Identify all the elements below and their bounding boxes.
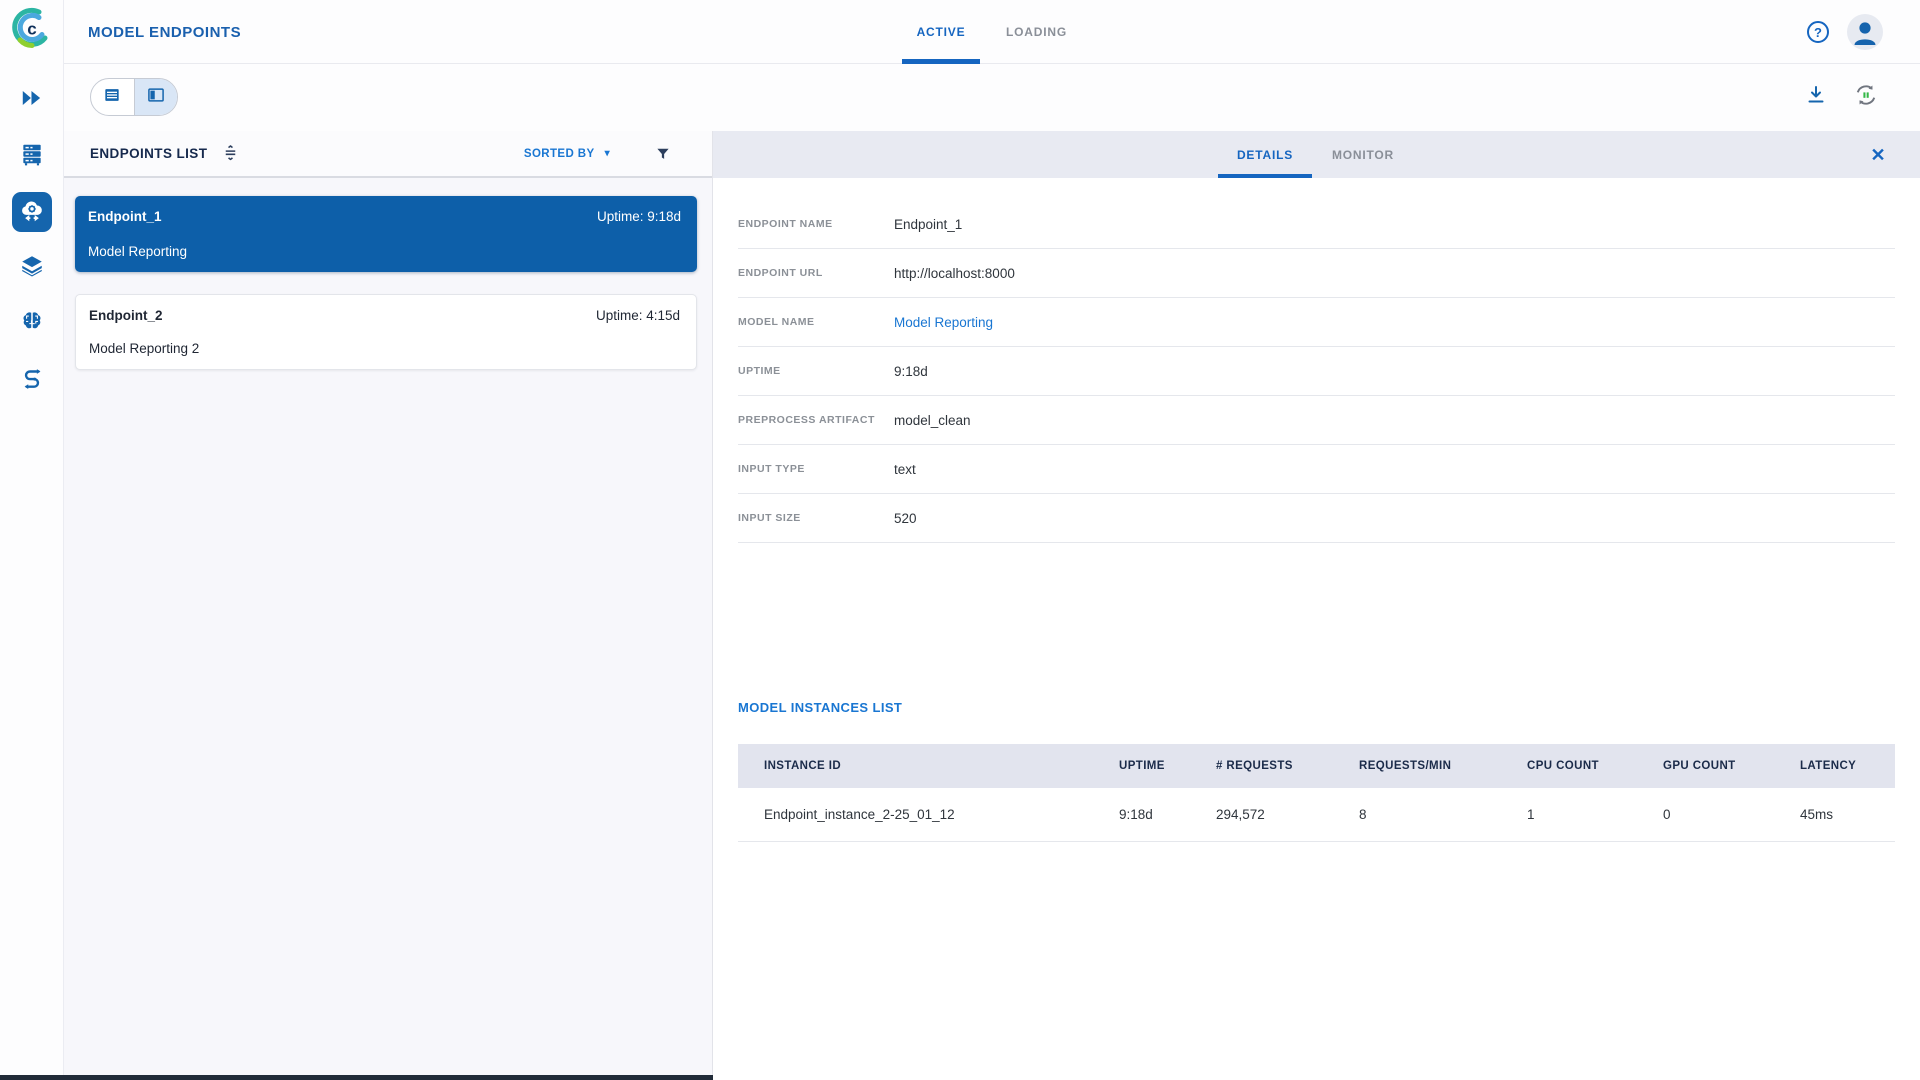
model-name-link[interactable]: Model Reporting (894, 315, 993, 330)
flows-pipeline-icon (19, 365, 45, 396)
details-panel: DETAILS MONITOR ✕ ENDPOINT NAME Endpoint… (713, 131, 1920, 1080)
endpoints-cards: Endpoint_1 Uptime: 9:18d Model Reporting… (75, 196, 697, 392)
download-button[interactable] (1801, 82, 1831, 112)
left-sidebar: c (0, 0, 64, 1080)
chevron-down-icon: ▾ (605, 148, 610, 159)
auto-refresh-button[interactable] (1851, 82, 1881, 112)
endpoint-name: Endpoint_2 (89, 308, 163, 323)
list-view-icon (102, 85, 122, 110)
tab-active[interactable]: ACTIVE (902, 0, 980, 64)
cloud-gear-endpoints-icon (19, 197, 45, 228)
auto-refresh-paused-icon (1853, 82, 1879, 113)
field-model-name: MODEL NAME Model Reporting (738, 298, 1895, 347)
instances-table-header: INSTANCE ID UPTIME # REQUESTS REQUESTS/M… (738, 744, 1895, 788)
model-instances-title[interactable]: MODEL INSTANCES LIST (738, 700, 902, 715)
view-toggle-group (90, 78, 178, 116)
endpoint-name: Endpoint_1 (88, 209, 162, 224)
sorted-by-dropdown[interactable]: SORTED BY ▾ (524, 148, 610, 160)
layers-icon (19, 253, 45, 284)
model-instances-section: MODEL INSTANCES LIST INSTANCE ID UPTIME … (738, 744, 1895, 842)
field-input-size: INPUT SIZE 520 (738, 494, 1895, 543)
sidebar-item-fast-forward[interactable] (12, 80, 52, 120)
funnel-icon[interactable] (654, 145, 672, 163)
help-icon[interactable]: ? (1807, 21, 1829, 43)
server-rack-icon (19, 141, 45, 172)
page-title: MODEL ENDPOINTS (88, 0, 241, 64)
tab-loading[interactable]: LOADING (999, 0, 1074, 64)
tab-details[interactable]: DETAILS (1218, 131, 1312, 178)
endpoint-model: Model Reporting 2 (89, 341, 199, 356)
sidebar-nav (0, 80, 64, 416)
ai-brain-icon (19, 309, 45, 340)
list-view-button[interactable] (91, 79, 134, 115)
endpoint-card-1[interactable]: Endpoint_1 Uptime: 9:18d Model Reporting (75, 196, 697, 272)
endpoints-list-title: ENDPOINTS LIST (90, 146, 207, 161)
download-icon (1804, 83, 1828, 112)
endpoint-details-fields: ENDPOINT NAME Endpoint_1 ENDPOINT URL ht… (738, 178, 1895, 543)
fast-forward-icon (19, 85, 45, 116)
endpoints-list-header: ENDPOINTS LIST SORTED BY ▾ (64, 131, 712, 178)
top-header: MODEL ENDPOINTS ACTIVE LOADING ? (64, 0, 1920, 64)
tab-monitor[interactable]: MONITOR (1323, 131, 1403, 178)
endpoint-model: Model Reporting (88, 244, 187, 259)
instance-table-row[interactable]: Endpoint_instance_2-25_01_12 9:18d 294,5… (738, 788, 1895, 842)
close-icon[interactable]: ✕ (1866, 143, 1890, 167)
endpoint-uptime: Uptime: 9:18d (597, 209, 681, 224)
sort-lines-icon[interactable] (221, 144, 240, 163)
field-preprocess-artifact: PREPROCESS ARTIFACT model_clean (738, 396, 1895, 445)
user-avatar[interactable] (1847, 14, 1883, 50)
bottom-scroll-strip[interactable] (0, 1075, 713, 1080)
svg-text:c: c (27, 20, 36, 39)
toolbar (64, 64, 1920, 131)
endpoints-list-panel: ENDPOINTS LIST SORTED BY ▾ Endpoint_1 Up… (64, 131, 713, 1080)
endpoint-card-2[interactable]: Endpoint_2 Uptime: 4:15d Model Reporting… (75, 294, 697, 370)
sidebar-item-flows[interactable] (12, 360, 52, 400)
sidebar-item-server[interactable] (12, 136, 52, 176)
field-endpoint-url: ENDPOINT URL http://localhost:8000 (738, 249, 1895, 298)
cnvrg-logo-icon: c (11, 7, 53, 49)
endpoint-uptime: Uptime: 4:15d (596, 308, 680, 323)
field-input-type: INPUT TYPE text (738, 445, 1895, 494)
sidebar-item-model-endpoints[interactable] (12, 192, 52, 232)
split-view-button[interactable] (134, 79, 177, 115)
sidebar-item-ai-brain[interactable] (12, 304, 52, 344)
field-uptime: UPTIME 9:18d (738, 347, 1895, 396)
split-view-icon (146, 85, 166, 110)
details-tabbar: DETAILS MONITOR ✕ (713, 131, 1920, 178)
sidebar-item-layers[interactable] (12, 248, 52, 288)
field-endpoint-name: ENDPOINT NAME Endpoint_1 (738, 200, 1895, 249)
